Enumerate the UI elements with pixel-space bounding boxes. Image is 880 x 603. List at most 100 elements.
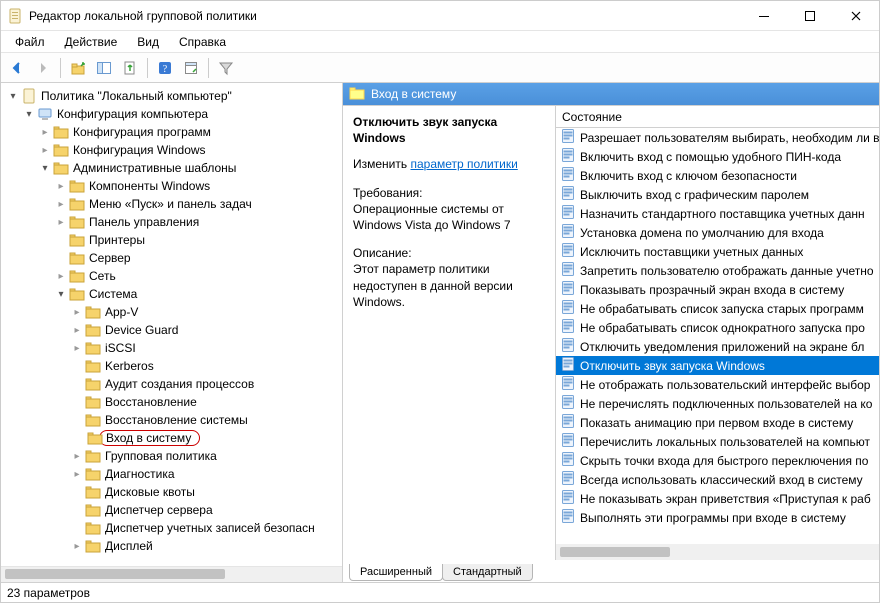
menu-help[interactable]: Справка (171, 33, 234, 51)
tree-item[interactable]: App-V (71, 303, 342, 321)
tree-item[interactable]: Меню «Пуск» и панель задач (55, 195, 342, 213)
tree-item[interactable]: Диспетчер сервера (71, 501, 342, 519)
tree-item[interactable]: Kerberos (71, 357, 342, 375)
settings-list-item[interactable]: Включить вход с ключом безопасности (556, 166, 879, 185)
column-state: Состояние (562, 110, 622, 124)
settings-list-item[interactable]: Выполнять эти программы при входе в сист… (556, 508, 879, 527)
settings-list-item[interactable]: Не отображать пользовательский интерфейс… (556, 375, 879, 394)
settings-list-item[interactable]: Выключить вход с графическим паролем (556, 185, 879, 204)
settings-list-item[interactable]: Показать анимацию при первом входе в сис… (556, 413, 879, 432)
tree-admin-templates[interactable]: Административные шаблоны (39, 159, 342, 177)
settings-list-item[interactable]: Не обрабатывать список запуска старых пр… (556, 299, 879, 318)
tree-item[interactable]: Принтеры (55, 231, 342, 249)
tree-item[interactable]: Панель управления (55, 213, 342, 231)
minimize-button[interactable] (741, 1, 787, 30)
folder-icon (85, 466, 101, 482)
settings-list-item[interactable]: Не обрабатывать список однократного запу… (556, 318, 879, 337)
back-button[interactable] (5, 56, 29, 80)
tree-logon[interactable]: Вход в систему (71, 429, 342, 447)
policy-setting-icon (560, 261, 576, 280)
settings-list-item[interactable]: Перечислить локальных пользователей на к… (556, 432, 879, 451)
settings-list-item[interactable]: Не показывать экран приветствия «Приступ… (556, 489, 879, 508)
folder-icon (85, 376, 101, 392)
folder-icon (53, 142, 69, 158)
folder-icon (85, 538, 101, 554)
forward-button[interactable] (31, 56, 55, 80)
settings-list-item[interactable]: Назначить стандартного поставщика учетны… (556, 204, 879, 223)
tree-item[interactable]: Диагностика (71, 465, 342, 483)
folder-icon (69, 250, 85, 266)
tree-item[interactable]: Сервер (55, 249, 342, 267)
properties-button[interactable] (179, 56, 203, 80)
tree-root[interactable]: Политика "Локальный компьютер" (7, 87, 342, 105)
tree-item[interactable]: iSCSI (71, 339, 342, 357)
settings-list-item[interactable]: Исключить поставщики учетных данных (556, 242, 879, 261)
tree-item[interactable]: Компоненты Windows (55, 177, 342, 195)
help-button[interactable]: ? (153, 56, 177, 80)
settings-list-item[interactable]: Всегда использовать классический вход в … (556, 470, 879, 489)
menu-action[interactable]: Действие (57, 33, 126, 51)
policy-setting-icon (560, 337, 576, 356)
folder-icon (85, 502, 101, 518)
close-button[interactable] (833, 1, 879, 30)
tree[interactable]: Политика "Локальный компьютер" Конфигура… (1, 83, 342, 566)
settings-list-label: Включить вход с ключом безопасности (580, 169, 797, 183)
policy-setting-icon (560, 451, 576, 470)
tree-item[interactable]: Конфигурация Windows (39, 141, 342, 159)
list-hscrollbar[interactable] (556, 544, 879, 560)
settings-list-item[interactable]: Показывать прозрачный экран входа в сист… (556, 280, 879, 299)
tree-system[interactable]: Система (55, 285, 342, 303)
up-button[interactable] (66, 56, 90, 80)
folder-icon (85, 340, 101, 356)
folder-icon (85, 322, 101, 338)
settings-list-item[interactable]: Отключить звук запуска Windows (556, 356, 879, 375)
policy-setting-icon (560, 470, 576, 489)
folder-icon (69, 196, 85, 212)
tree-item[interactable]: Аудит создания процессов (71, 375, 342, 393)
settings-list-item[interactable]: Не перечислять подключенных пользователе… (556, 394, 879, 413)
settings-list-item[interactable]: Отключить уведомления приложений на экра… (556, 337, 879, 356)
statusbar: 23 параметров (1, 582, 879, 602)
toolbar-separator (147, 58, 148, 78)
tree-item[interactable]: Конфигурация программ (39, 123, 342, 141)
settings-list-label: Установка домена по умолчанию для входа (580, 226, 824, 240)
tree-item[interactable]: Диспетчер учетных записей безопасн (71, 519, 342, 537)
tree-hscrollbar[interactable] (1, 566, 342, 582)
settings-list-label: Не показывать экран приветствия «Приступ… (580, 492, 871, 506)
settings-list-item[interactable]: Установка домена по умолчанию для входа (556, 223, 879, 242)
column-header[interactable]: Состояние (556, 106, 879, 128)
path-header: Вход в систему (343, 83, 879, 105)
export-button[interactable] (118, 56, 142, 80)
tree-item[interactable]: Device Guard (71, 321, 342, 339)
tab-standard[interactable]: Стандартный (442, 564, 533, 581)
folder-icon (69, 214, 85, 230)
show-hide-tree-button[interactable] (92, 56, 116, 80)
settings-list-label: Не отображать пользовательский интерфейс… (580, 378, 870, 392)
tree-item[interactable]: Восстановление системы (71, 411, 342, 429)
menu-view[interactable]: Вид (129, 33, 167, 51)
tree-item[interactable]: Дисковые квоты (71, 483, 342, 501)
folder-icon (69, 232, 85, 248)
folder-icon (69, 268, 85, 284)
settings-list-label: Назначить стандартного поставщика учетны… (580, 207, 865, 221)
tree-item[interactable]: Сеть (55, 267, 342, 285)
policy-setting-icon (560, 432, 576, 451)
settings-list-item[interactable]: Скрыть точки входа для быстрого переключ… (556, 451, 879, 470)
tab-extended[interactable]: Расширенный (349, 564, 443, 581)
settings-list-item[interactable]: Разрешает пользователям выбирать, необхо… (556, 128, 879, 147)
settings-list-item[interactable]: Включить вход с помощью удобного ПИН-код… (556, 147, 879, 166)
menu-file[interactable]: Файл (7, 33, 53, 51)
right-pane: Вход в систему Отключить звук запуска Wi… (343, 83, 879, 582)
path-label: Вход в систему (371, 87, 456, 101)
settings-list-label: Выполнять эти программы при входе в сист… (580, 511, 846, 525)
filter-button[interactable] (214, 56, 238, 80)
settings-list[interactable]: Разрешает пользователям выбирать, необхо… (556, 128, 879, 544)
edit-policy-link[interactable]: параметр политики (410, 157, 517, 171)
maximize-button[interactable] (787, 1, 833, 30)
tree-item[interactable]: Восстановление (71, 393, 342, 411)
tree-computer-config[interactable]: Конфигурация компьютера (23, 105, 342, 123)
tree-item[interactable]: Групповая политика (71, 447, 342, 465)
policy-setting-icon (560, 356, 576, 375)
settings-list-item[interactable]: Запретить пользователю отображать данные… (556, 261, 879, 280)
tree-item[interactable]: Дисплей (71, 537, 342, 555)
